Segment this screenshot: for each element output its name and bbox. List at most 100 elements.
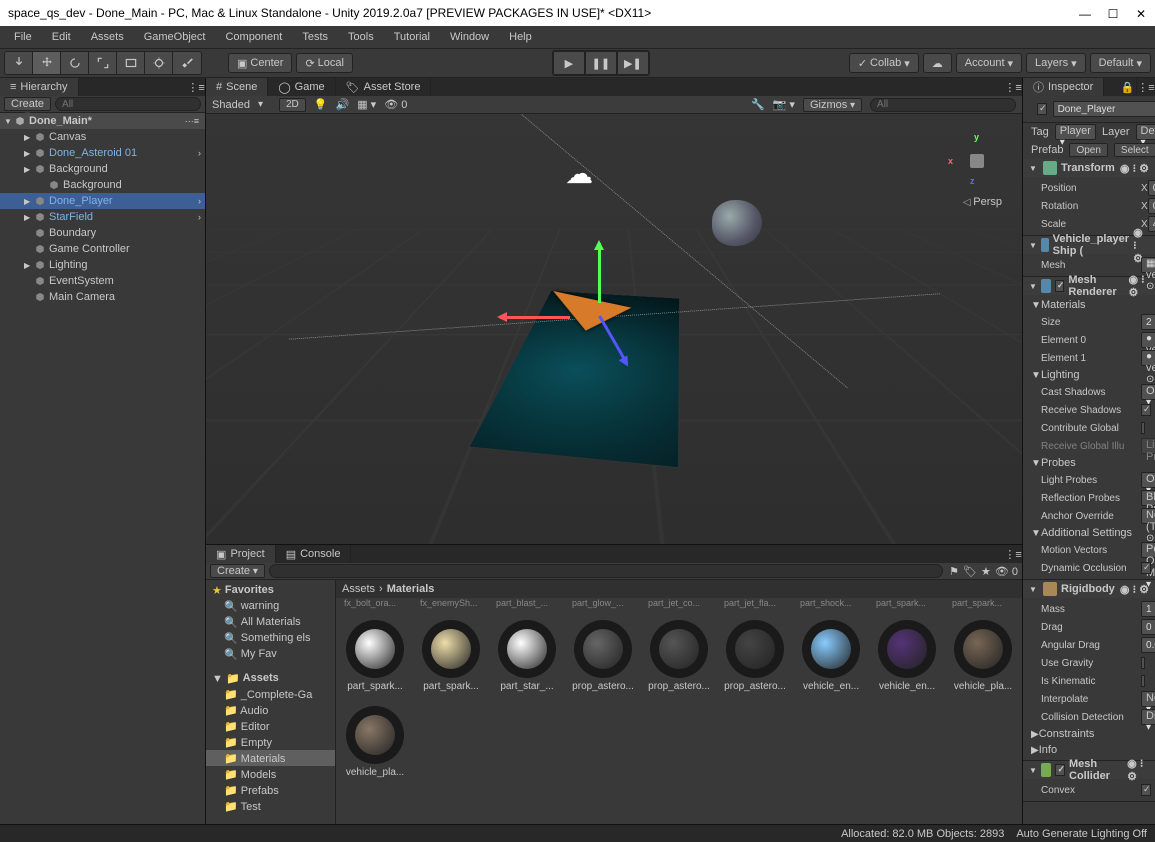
transform-component-header[interactable]: ▼Transform◉ ⁝ ⚙	[1023, 159, 1155, 177]
motion-vectors-dropdown[interactable]: Per Object Motion ▾	[1141, 542, 1155, 558]
hierarchy-options[interactable]: ⋮≡	[187, 78, 205, 96]
meshfilter-header[interactable]: ▼Vehicle_player Ship (◉ ⁝ ⚙	[1023, 236, 1155, 254]
hierarchy-create-button[interactable]: Create ▾	[4, 97, 51, 111]
asset-thumbnail[interactable]: prop_astero...	[572, 620, 634, 692]
hand-tool[interactable]	[5, 52, 33, 74]
layers-dropdown[interactable]: Layers ▾	[1026, 53, 1086, 73]
cloud-button[interactable]: ☁	[923, 53, 952, 73]
menu-file[interactable]: File	[6, 29, 40, 45]
inspector-lock[interactable]: 🔒	[1119, 78, 1137, 96]
hierarchy-tab[interactable]: ≡ Hierarchy	[0, 78, 79, 96]
lighting-toggle-icon[interactable]: 💡	[314, 98, 328, 111]
menu-component[interactable]: Component	[217, 29, 290, 45]
prefab-open-button[interactable]: Open	[1069, 143, 1107, 157]
folder-item[interactable]: 📁 Test	[206, 798, 335, 814]
folder-item[interactable]: 📁 Editor	[206, 718, 335, 734]
materials-foldout[interactable]: ▼ Materials	[1023, 297, 1155, 313]
favorite-icon[interactable]: ★	[981, 565, 991, 578]
asset-thumbnail[interactable]: part_spark...	[344, 620, 406, 692]
interpolate-dropdown[interactable]: None ▾	[1141, 691, 1155, 707]
light-probes-dropdown[interactable]: Off ▾	[1141, 472, 1155, 488]
ang-drag-field[interactable]	[1141, 637, 1155, 653]
gizmo-y-axis[interactable]	[598, 243, 601, 303]
meshrenderer-header[interactable]: ▼Mesh Renderer◉ ⁝ ⚙	[1023, 277, 1155, 295]
hierarchy-item[interactable]: ▶Canvas	[0, 129, 205, 145]
shading-mode[interactable]: Shaded	[212, 99, 250, 111]
favorite-item[interactable]: 🔍My Fav	[206, 646, 335, 662]
filter-icon[interactable]: ⚑	[949, 565, 959, 578]
favorites-group[interactable]: ★ Favorites	[206, 582, 335, 598]
asset-label[interactable]: part_blast_...	[496, 598, 558, 612]
lighting-status[interactable]: Auto Generate Lighting Off	[1016, 828, 1147, 840]
folder-item[interactable]: 📁 Audio	[206, 702, 335, 718]
object-name-field[interactable]	[1053, 101, 1155, 117]
breadcrumb-item[interactable]: Materials	[387, 583, 435, 595]
asset-label[interactable]: part_shock...	[800, 598, 862, 612]
hierarchy-item[interactable]: Background	[0, 177, 205, 193]
project-tab[interactable]: ▣ Project	[206, 545, 276, 563]
play-button[interactable]: ▶	[553, 51, 585, 75]
asset-thumbnail[interactable]: part_spark...	[420, 620, 482, 692]
cast-shadows-dropdown[interactable]: On ▾	[1141, 384, 1155, 400]
inspector-tab[interactable]: ⓘ Inspector	[1023, 78, 1104, 96]
rotation-x[interactable]	[1148, 198, 1155, 214]
additional-foldout[interactable]: ▼ Additional Settings	[1023, 525, 1155, 541]
collision-dropdown[interactable]: Discrete ▾	[1141, 709, 1155, 725]
folder-item[interactable]: 📁 Empty	[206, 734, 335, 750]
meshrenderer-enabled[interactable]	[1055, 280, 1065, 292]
materials-size[interactable]	[1141, 314, 1155, 330]
constraints-foldout[interactable]: ▶ Constraints	[1023, 726, 1155, 742]
custom-tool[interactable]	[173, 52, 201, 74]
projection-label[interactable]: ◁ Persp	[963, 196, 1002, 208]
project-search[interactable]	[269, 564, 943, 578]
tag-dropdown[interactable]: Player ▾	[1055, 124, 1096, 140]
meshcollider-enabled[interactable]	[1055, 764, 1065, 776]
game-tab[interactable]: ◯ Game	[268, 78, 335, 96]
rotate-tool[interactable]	[61, 52, 89, 74]
mass-field[interactable]	[1141, 601, 1155, 617]
info-foldout[interactable]: ▶ Info	[1023, 742, 1155, 758]
asset-label[interactable]: part_jet_fla...	[724, 598, 786, 612]
breadcrumb-item[interactable]: Assets	[342, 583, 375, 595]
audio-toggle-icon[interactable]: 🔊	[336, 98, 350, 111]
tools-icon[interactable]: 🔧	[751, 98, 765, 111]
reflection-probes-dropdown[interactable]: Blend Probes ▾	[1141, 490, 1155, 506]
hidden-objects-icon[interactable]: 👁 0	[384, 98, 407, 111]
hierarchy-item[interactable]: ▶StarField›	[0, 209, 205, 225]
scene-root[interactable]: ▼ Done_Main* ⋯≡	[0, 113, 205, 129]
label-icon[interactable]: 🏷	[963, 565, 977, 578]
project-create-button[interactable]: Create ▾	[210, 564, 265, 578]
prefab-select-button[interactable]: Select	[1114, 143, 1155, 157]
asset-thumbnail[interactable]: vehicle_pla...	[344, 706, 406, 778]
hierarchy-search[interactable]	[55, 97, 201, 111]
scene-viewport[interactable]: ☁ x y z ◁ Persp	[206, 114, 1022, 544]
close-button[interactable]: ✕	[1135, 7, 1147, 19]
gravity-checkbox[interactable]	[1141, 657, 1145, 669]
fx-toggle-icon[interactable]: ▦ ▾	[357, 98, 376, 111]
asset-thumbnail[interactable]: vehicle_en...	[800, 620, 862, 692]
position-x[interactable]	[1148, 180, 1155, 196]
mesh-field[interactable]: ▦ vehicle_play ⊙	[1141, 257, 1155, 273]
pause-button[interactable]: ❚❚	[585, 51, 617, 75]
hierarchy-item[interactable]: ▶Done_Asteroid 01›	[0, 145, 205, 161]
step-button[interactable]: ▶❚	[617, 51, 649, 75]
hierarchy-item[interactable]: ▶Background	[0, 161, 205, 177]
anchor-field[interactable]: None (Transform) ⊙	[1141, 508, 1155, 524]
orientation-gizmo[interactable]: x y z	[948, 132, 1004, 188]
menu-help[interactable]: Help	[501, 29, 540, 45]
rect-tool[interactable]	[117, 52, 145, 74]
dynamic-occ-checkbox[interactable]	[1141, 562, 1151, 574]
menu-gameobject[interactable]: GameObject	[136, 29, 214, 45]
asset-label[interactable]: fx_bolt_ora...	[344, 598, 406, 612]
active-checkbox[interactable]	[1037, 103, 1047, 115]
asset-store-tab[interactable]: 🏷 Asset Store	[336, 78, 432, 96]
drag-field[interactable]	[1141, 619, 1155, 635]
hierarchy-item[interactable]: Main Camera	[0, 289, 205, 305]
menu-window[interactable]: Window	[442, 29, 497, 45]
player-ship[interactable]	[549, 299, 629, 345]
hierarchy-item[interactable]: ▶Lighting	[0, 257, 205, 273]
asset-label[interactable]: part_glow_...	[572, 598, 634, 612]
scene-options[interactable]: ⋮≡	[1004, 78, 1022, 96]
asset-label[interactable]: fx_enemySh...	[420, 598, 482, 612]
folder-item[interactable]: 📁 Models	[206, 766, 335, 782]
